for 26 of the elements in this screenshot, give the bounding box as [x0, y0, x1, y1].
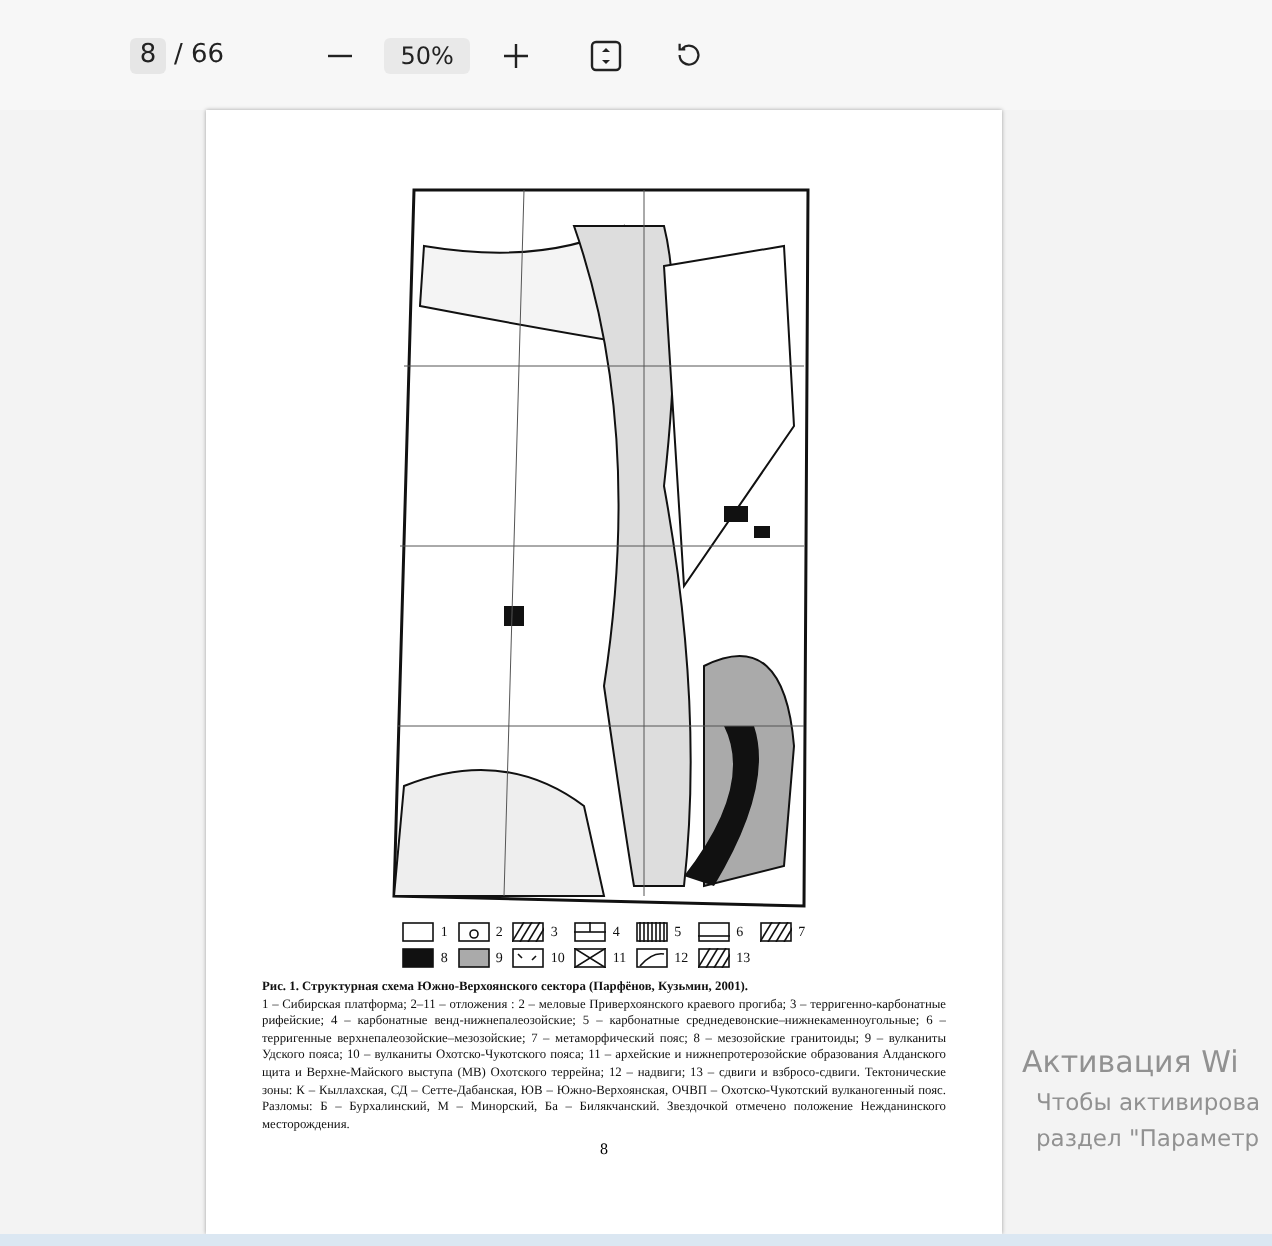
legend-swatch-icon: [402, 948, 435, 968]
zoom-out-button[interactable]: [324, 49, 357, 61]
legend-swatch-icon: [402, 922, 435, 942]
legend-swatch-icon: [512, 948, 545, 968]
legend-swatch-icon: [698, 922, 731, 942]
zoom-field[interactable]: 50%: [384, 37, 471, 73]
rotate-icon: [674, 40, 705, 70]
minus-icon: [328, 53, 353, 57]
page-number: 8: [600, 1140, 608, 1159]
legend-swatch-icon: [457, 922, 490, 942]
fit-page-icon: [590, 39, 623, 71]
legend-swatch-icon: [698, 948, 731, 968]
legend-swatch-icon: [636, 948, 669, 968]
plus-icon: [502, 41, 531, 69]
legend-swatch-icon: [636, 922, 669, 942]
activation-notice: Активация Wi: [1022, 1044, 1241, 1080]
activation-notice: раздел "Параметр: [1034, 1124, 1261, 1152]
legend-swatch-icon: [457, 948, 490, 968]
legend-swatch-icon: [512, 922, 545, 942]
activation-notice: Чтобы активирова: [1034, 1088, 1261, 1116]
legend-swatch-icon: [574, 922, 607, 942]
page-count: / 66: [174, 40, 225, 70]
legend-swatch-icon: [760, 922, 793, 942]
page-number-field[interactable]: 8: [130, 37, 166, 73]
legend-swatch-icon: [574, 948, 607, 968]
fit-page-button[interactable]: [586, 35, 627, 75]
